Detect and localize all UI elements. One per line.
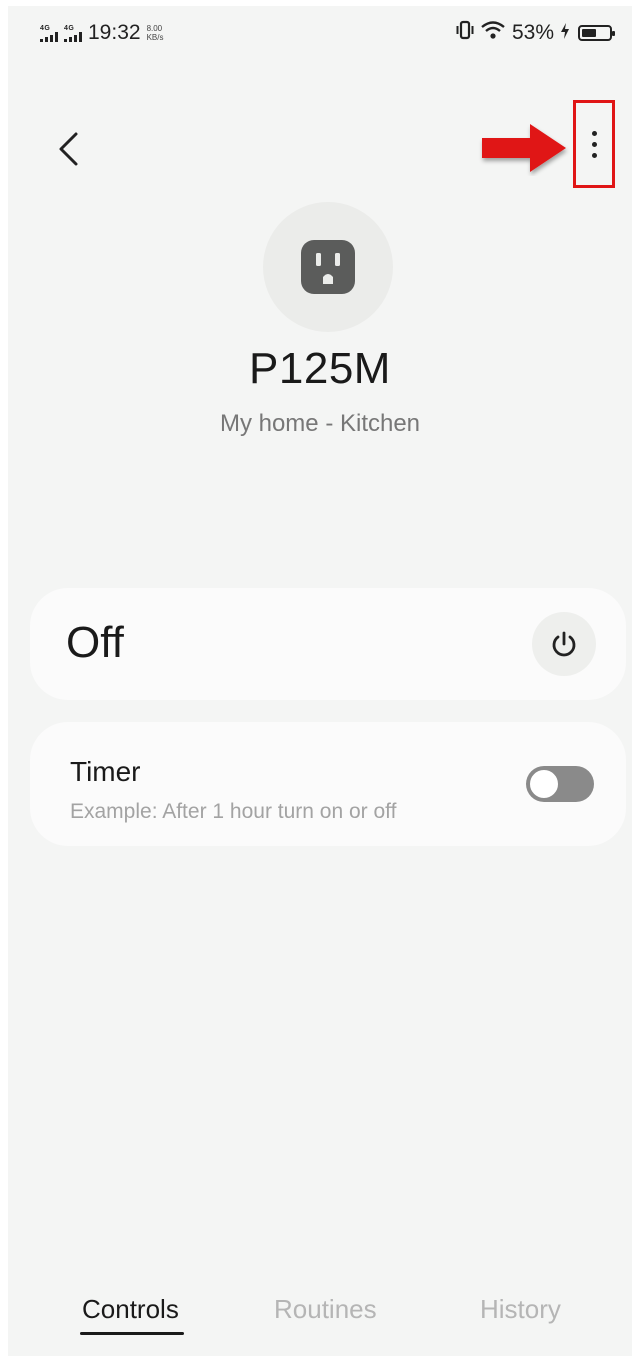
red-arrow-annotation — [482, 124, 566, 172]
tab-routines[interactable]: Routines — [274, 1294, 377, 1325]
more-options-button[interactable] — [573, 100, 615, 188]
tab-controls[interactable]: Controls — [82, 1294, 179, 1325]
sim1-label: 4G — [40, 24, 51, 32]
battery-icon — [578, 25, 615, 41]
more-vertical-icon-dot — [591, 141, 597, 147]
vibrate-icon — [456, 20, 474, 46]
sim1-signal-icon: 4G — [40, 25, 58, 42]
wifi-icon — [480, 20, 506, 46]
active-tab-indicator — [80, 1332, 184, 1335]
status-bar: 4G 4G 19:32 8.00 KB/s 53% — [8, 6, 632, 60]
power-card: Off — [30, 588, 626, 700]
toggle-knob — [528, 768, 560, 800]
charging-icon — [560, 21, 570, 45]
network-speed-unit: KB/s — [146, 33, 164, 42]
status-time: 19:32 — [88, 21, 141, 44]
status-left: 4G 4G 19:32 8.00 KB/s — [40, 21, 163, 45]
status-right: 53% — [456, 20, 615, 46]
power-icon — [552, 631, 576, 657]
sim2-signal-icon: 4G — [64, 25, 82, 42]
power-button[interactable] — [532, 612, 596, 676]
more-vertical-icon-dot — [591, 152, 597, 158]
device-avatar — [263, 202, 393, 332]
timer-title: Timer — [70, 756, 141, 787]
device-location: My home - Kitchen — [219, 410, 421, 437]
battery-percent: 53% — [511, 21, 554, 44]
network-speed-value: 8.00 — [146, 24, 163, 33]
tab-history[interactable]: History — [480, 1294, 561, 1325]
timer-description: Example: After 1 hour turn on or off — [70, 800, 397, 823]
chevron-left-icon — [59, 132, 78, 166]
network-speed: 8.00 KB/s — [147, 24, 164, 42]
back-button[interactable] — [48, 124, 88, 174]
power-state-label: Off — [66, 618, 124, 667]
more-vertical-icon — [591, 130, 597, 136]
outlet-icon — [301, 240, 355, 294]
device-name: P125M — [249, 344, 391, 393]
timer-toggle[interactable] — [526, 766, 594, 802]
sim2-label: 4G — [64, 24, 75, 32]
device-screen: 4G 4G 19:32 8.00 KB/s 53% P125M My home … — [8, 6, 632, 1356]
timer-card: Timer Example: After 1 hour turn on or o… — [30, 722, 626, 846]
tab-bar: Controls Routines History — [8, 1284, 632, 1344]
